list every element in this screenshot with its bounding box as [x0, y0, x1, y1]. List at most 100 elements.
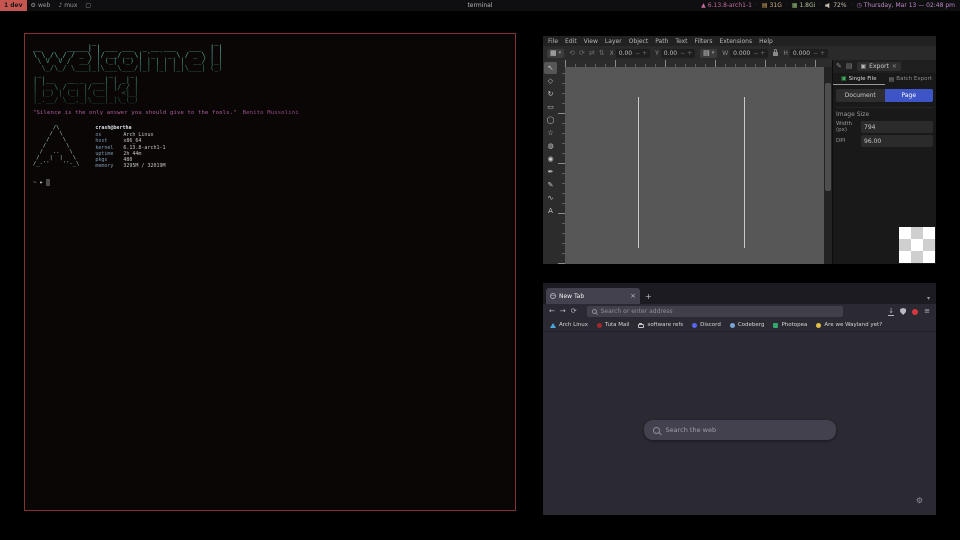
menu-path[interactable]: Path [655, 38, 668, 45]
menu-file[interactable]: File [548, 38, 558, 45]
transform-icon[interactable]: ⇄ [589, 50, 595, 57]
close-icon[interactable]: × [892, 63, 897, 70]
increment-icon[interactable]: + [818, 50, 825, 57]
welcome-ascii-art: _ _ __ _____| | ___ ___ _ __ ___ ___ | |… [33, 39, 507, 103]
y-spinbox[interactable]: 0.00− + [661, 49, 695, 58]
menu-layer[interactable]: Layer [605, 38, 622, 45]
w-spinbox[interactable]: 0.000− + [730, 49, 768, 58]
fetch-block: /\ / \ / \ / \ / .. \ / | | \ /_-'' ''-_… [33, 125, 507, 169]
tool-text[interactable]: A [544, 205, 557, 217]
export-tab-label: Export [869, 63, 889, 70]
menu-button[interactable]: ≡ [924, 308, 930, 315]
selector-toolbar: ▦ ▾ ⟲⟳⇄⇅ X0.00− +Y0.00− + ▤ ▾ W0.000− +H… [543, 46, 936, 61]
new-tab-button[interactable]: + [640, 288, 657, 304]
bookmark-label: Arch Linux [559, 322, 588, 328]
tool-box-3d[interactable]: ◍ [544, 140, 557, 152]
batch-export-label: Batch Export [896, 76, 932, 82]
workspace-tag[interactable]: ♪mux [54, 0, 81, 11]
reload-button[interactable]: ⟳ [571, 308, 577, 315]
menu-filters[interactable]: Filters [695, 38, 713, 45]
pencil-icon[interactable]: ✎ [836, 63, 842, 70]
url-input[interactable] [601, 308, 838, 315]
tool-selector[interactable]: ↖ [544, 62, 557, 74]
fetch-value: x86_64 [123, 138, 141, 144]
transform-dropdown[interactable]: ▤ ▾ [700, 49, 717, 58]
tab-single-file[interactable]: ▣ Single File [833, 73, 885, 85]
volume-icon [825, 3, 831, 9]
list-tabs-chevron-icon[interactable]: ▾ [927, 295, 933, 304]
horizontal-ruler[interactable] [565, 60, 824, 67]
active-tab[interactable]: New Tab × [546, 288, 640, 304]
transform-icon: ▤ [703, 50, 710, 57]
tool-calligraphy[interactable]: ∿ [544, 192, 557, 204]
bookmark[interactable]: Arch Linux [550, 322, 588, 328]
workspace-tag[interactable]: ⚙web [27, 0, 55, 11]
increment-icon[interactable]: + [685, 50, 692, 57]
transform-icon[interactable]: ⇅ [599, 50, 605, 57]
export-icon: ▣ [861, 63, 867, 70]
export-mode-tabs: ▣ Single File ▤ Batch Export [833, 73, 936, 85]
canvas-scrollbar[interactable] [824, 67, 832, 264]
new-tab-page: ⚙ [543, 332, 936, 515]
bookmark[interactable]: Photopea [773, 322, 807, 328]
bookmark[interactable]: Discord [692, 322, 721, 328]
bookmark[interactable]: Tuta Mail [597, 322, 629, 328]
workspace-tag[interactable]: 1 dev [0, 0, 27, 11]
top-bar: 1 dev⚙web♪mux▢ terminal ▲6.13.8-arch1-1·… [0, 0, 960, 11]
disk-icon: ▤ [762, 3, 768, 9]
tool-node[interactable]: ◇ [544, 75, 557, 87]
menu-edit[interactable]: Edit [565, 38, 577, 45]
tool-shape-builder[interactable]: ↻ [544, 88, 557, 100]
width-input[interactable]: 794 [861, 121, 933, 133]
bookmark[interactable]: Codeberg [730, 322, 765, 328]
dpi-input[interactable]: 96.00 [861, 135, 933, 147]
clock-icon: ◷ [857, 3, 862, 9]
tool-rectangle[interactable]: ▭ [544, 101, 557, 113]
back-button[interactable]: ← [549, 308, 555, 315]
scrollbar-thumb[interactable] [825, 83, 831, 191]
transform-icon[interactable]: ⟲ [569, 50, 575, 57]
lock-ratio-icon[interactable] [773, 52, 778, 56]
tool-spiral[interactable]: ◉ [544, 153, 557, 165]
h-spinbox[interactable]: 0.000− + [790, 49, 828, 58]
tool-pencil[interactable]: ✎ [544, 179, 557, 191]
bookmark[interactable]: software refs [638, 322, 683, 328]
tool-ellipse[interactable]: ◯ [544, 114, 557, 126]
tool-pen[interactable]: ✒ [544, 166, 557, 178]
menu-object[interactable]: Object [629, 38, 649, 45]
tool-options-dropdown[interactable]: ▦ ▾ [547, 49, 564, 58]
transform-icon[interactable]: ⟳ [579, 50, 585, 57]
layers-icon[interactable]: ▤ [846, 63, 853, 70]
browser-window[interactable]: New Tab × + ▾ ← → ⟳ ↓ ≡ Arch Linux Tuta M… [543, 283, 936, 515]
tab-batch-export[interactable]: ▤ Batch Export [885, 73, 937, 85]
inkscape-canvas[interactable] [565, 67, 824, 264]
close-tab-icon[interactable]: × [630, 292, 636, 300]
menu-text[interactable]: Text [675, 38, 687, 45]
personalize-gear-icon[interactable]: ⚙ [916, 497, 923, 505]
downloads-button[interactable]: ↓ [888, 308, 894, 316]
workspace-tag[interactable]: ▢ [81, 0, 95, 11]
export-dialog-tab[interactable]: ▣ Export × [857, 62, 901, 71]
menu-extensions[interactable]: Extensions [720, 38, 753, 45]
forward-button[interactable]: → [560, 308, 566, 315]
menu-view[interactable]: View [584, 38, 598, 45]
tool-star[interactable]: ☆ [544, 127, 557, 139]
scope-document-button[interactable]: Document [836, 89, 885, 102]
increment-icon[interactable]: + [758, 50, 765, 57]
web-search-box[interactable] [644, 420, 836, 440]
fetch-info: crash@bertha osArch Linuxhostx86_64kerne… [95, 125, 165, 169]
vertical-ruler[interactable] [558, 67, 565, 264]
web-search-input[interactable] [666, 426, 827, 434]
shell-prompt[interactable]: ~ ▸ [33, 179, 507, 186]
increment-icon[interactable]: + [640, 50, 647, 57]
scope-page-button[interactable]: Page [885, 89, 934, 102]
menu-help[interactable]: Help [759, 38, 773, 45]
extension-status-icon[interactable] [912, 309, 918, 315]
url-bar[interactable] [587, 306, 843, 317]
tab-bar: New Tab × + ▾ [543, 283, 936, 304]
inkscape-window[interactable]: File Edit View Layer Object Path Text Filters Ex… [543, 36, 936, 264]
terminal-window[interactable]: _ _ __ _____| | ___ ___ _ __ ___ ___ | |… [24, 33, 516, 511]
account-shield-icon[interactable] [900, 308, 906, 315]
x-spinbox[interactable]: 0.00− + [616, 49, 650, 58]
bookmark[interactable]: Are we Wayland yet? [816, 322, 882, 328]
